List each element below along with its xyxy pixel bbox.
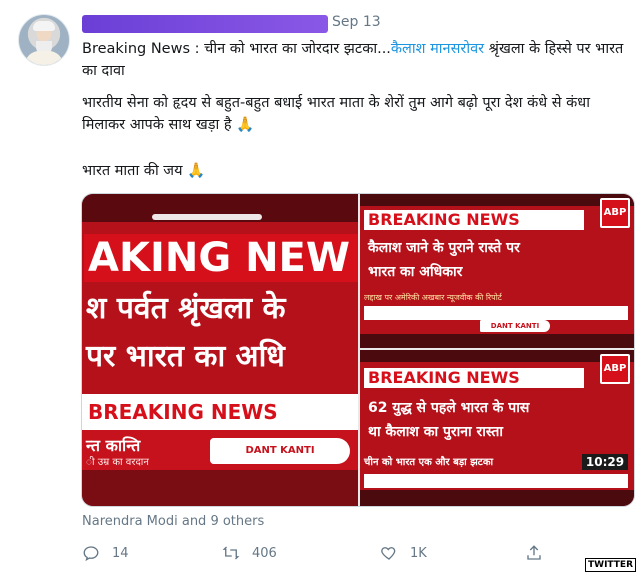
ad-product: DANT KANTI [210,438,350,464]
heart-icon [381,547,396,560]
media-image-1[interactable]: AKING NEW श पर्वत श्रृंखला के पर भारत का… [82,194,358,506]
tweet-text-para1: Breaking News : चीन को भारत का जोरदार झट… [82,38,627,82]
img2-line2: भारत का अधिकार [368,264,463,280]
like-button[interactable]: 1K [380,540,427,566]
img3-line2: था कैलाश का पुराना रास्ता [368,424,503,440]
tweet: Sep 13 Breaking News : चीन को भारत का जो… [0,0,640,575]
redacted-username [82,15,328,33]
tweet-text-para2: भारतीय सेना को हृदय से बहुत-बहुत बधाई भा… [82,92,627,136]
media-image-3[interactable]: BREAKING NEWS ABP 62 युद्ध से पहले भारत … [360,350,634,506]
img1-headline: AKING NEW [84,234,358,282]
img2-ticker: लद्दाख पर अमेरिकी अखबार न्यूजवीक की रिपो… [364,293,502,302]
twitter-watermark: TWITTER [585,558,636,572]
retweet-button[interactable]: 406 [222,540,277,566]
ad-subline: ी उम्र का वरदान [86,457,149,468]
reply-icon [83,546,99,562]
abp-logo-icon-2: ABP [600,354,630,384]
img3-ticker: चीन को भारत एक और बड़ा झटका [364,457,494,468]
img2-bottom-strip [360,334,634,348]
para1-part-a: Breaking News : चीन को भारत का जोरदार झट… [82,41,391,57]
img3-top-strip [360,350,634,362]
img3-breaking-news: BREAKING NEWS [364,368,584,388]
pray-emoji: 🙏 [236,117,255,133]
pray-emoji-2: 🙏 [187,163,206,179]
img2-info-bar [364,306,628,320]
share-button[interactable] [525,540,555,566]
retweet-count: 406 [252,545,277,561]
like-count: 1K [410,545,427,561]
avatar[interactable] [18,14,70,66]
img2-ad-product: DANT KANTI [480,320,550,332]
tweet-text-para3: भारत माता की जय 🙏 [82,160,627,182]
img1-breaking-news: BREAKING NEWS [82,394,358,430]
reply-count: 14 [112,545,129,561]
abp-logo-icon: ABP [600,198,630,228]
ad-brand: न्त कान्ति [86,436,141,455]
reply-button[interactable]: 14 [82,540,129,566]
img3-time: 10:29 [582,454,628,470]
img2-line1: कैलाश जाने के पुराने रास्ते पर [368,240,520,256]
media-image-2[interactable]: BREAKING NEWS ABP कैलाश जाने के पुराने र… [360,194,634,348]
img2-top-strip [360,194,634,206]
avatar-shirt [25,51,63,65]
img3-info-bar [364,474,628,488]
img1-ad: न्त कान्ति ी उम्र का वरदान DANT KANTI [82,430,358,470]
avatar-hair [33,21,55,31]
para2-text: भारतीय सेना को हृदय से बहुत-बहुत बधाई भा… [82,95,590,133]
studio-light [152,214,262,220]
para3-text: भारत माता की जय [82,163,183,179]
img1-line2: श पर्वत श्रृंखला के [86,291,286,326]
tweet-date[interactable]: Sep 13 [332,14,381,30]
img3-line1: 62 युद्ध से पहले भारत के पास [368,400,530,416]
media-grid: AKING NEW श पर्वत श्रृंखला के पर भारत का… [81,193,635,507]
img1-line3: पर भारत का अधि [86,339,285,374]
para1-highlight: कैलाश मानसरोवर [390,41,485,57]
img2-breaking-news: BREAKING NEWS [364,210,584,230]
share-icon [527,545,541,560]
img1-bottom-strip [82,470,358,506]
retweet-icon [222,546,240,560]
img3-bottom-strip [360,490,634,506]
action-bar: 14 406 1K [82,540,582,566]
social-context[interactable]: Narendra Modi and 9 others [82,514,264,529]
